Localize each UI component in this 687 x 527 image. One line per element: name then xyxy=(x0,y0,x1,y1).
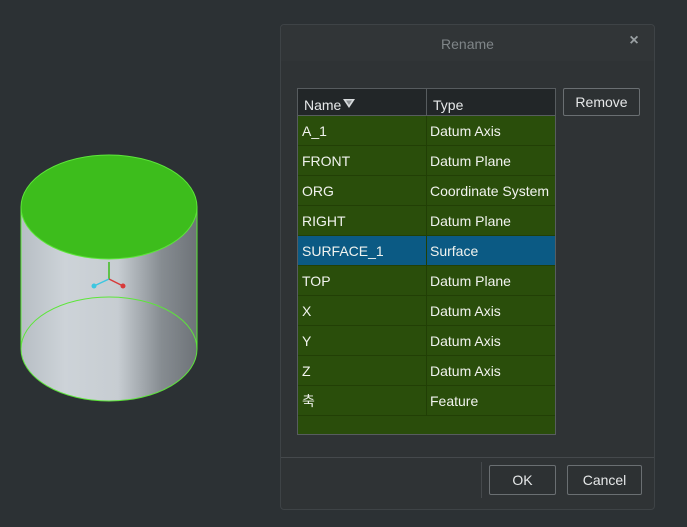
cylinder-model[interactable] xyxy=(0,0,280,527)
remove-button[interactable]: Remove xyxy=(563,88,640,116)
table-row[interactable]: ORG Coordinate System xyxy=(298,176,555,206)
column-header-name[interactable]: Name xyxy=(304,89,426,115)
table-rows: A_1 Datum Axis FRONT Datum Plane ORG Coordina… xyxy=(298,116,555,416)
row-type-cell: Datum Plane xyxy=(430,213,511,229)
cell-divider xyxy=(426,176,427,206)
row-type-cell: Datum Axis xyxy=(430,363,501,379)
table-row[interactable]: A_1 Datum Axis xyxy=(298,116,555,146)
button-divider xyxy=(481,462,482,498)
cell-divider xyxy=(426,356,427,386)
dialog-title: Rename xyxy=(441,36,494,52)
table-row[interactable]: X Datum Axis xyxy=(298,296,555,326)
row-type-cell: Datum Axis xyxy=(430,333,501,349)
table-row[interactable]: RIGHT Datum Plane xyxy=(298,206,555,236)
row-type-cell: Datum Plane xyxy=(430,273,511,289)
cancel-button[interactable]: Cancel xyxy=(567,465,642,495)
cell-divider xyxy=(426,236,427,266)
cell-divider xyxy=(426,326,427,356)
sort-filter-icon[interactable] xyxy=(343,99,356,109)
table-row[interactable]: SURFACE_1 Surface xyxy=(298,236,555,266)
row-name-cell[interactable]: 축 xyxy=(302,386,424,415)
table-row[interactable]: 축 Feature xyxy=(298,386,555,416)
header-divider[interactable] xyxy=(426,89,427,115)
table-row[interactable]: FRONT Datum Plane xyxy=(298,146,555,176)
row-type-cell: Datum Axis xyxy=(430,123,501,139)
names-table: Name Type A_1 Datum Axis FRONT Datum Plane O… xyxy=(297,88,556,435)
row-type-cell: Feature xyxy=(430,393,479,409)
row-type-cell: Surface xyxy=(430,243,479,259)
row-name-cell[interactable]: RIGHT xyxy=(302,206,424,235)
close-icon[interactable]: × xyxy=(626,33,642,49)
cylinder-top-face xyxy=(20,154,198,260)
3d-viewport[interactable]: Rename × Name Type A_1 Datum Axis FRONT Dat… xyxy=(0,0,687,527)
row-name-cell[interactable]: A_1 xyxy=(302,116,424,145)
cell-divider xyxy=(426,386,427,416)
table-row[interactable]: Y Datum Axis xyxy=(298,326,555,356)
row-name-cell[interactable]: Z xyxy=(302,356,424,385)
row-type-cell: Coordinate System xyxy=(430,183,550,199)
row-name-cell[interactable]: Y xyxy=(302,326,424,355)
row-type-cell: Datum Plane xyxy=(430,153,511,169)
table-row[interactable]: TOP Datum Plane xyxy=(298,266,555,296)
table-header: Name Type xyxy=(298,89,555,116)
column-header-name-label: Name xyxy=(304,97,342,113)
row-name-cell[interactable]: FRONT xyxy=(302,146,424,175)
ok-button[interactable]: OK xyxy=(489,465,556,495)
cell-divider xyxy=(426,146,427,176)
cell-divider xyxy=(426,296,427,326)
row-name-cell[interactable]: X xyxy=(302,296,424,325)
row-type-cell: Datum Axis xyxy=(430,303,501,319)
footer-divider xyxy=(281,457,654,458)
cell-divider xyxy=(426,116,427,146)
row-name-cell[interactable]: SURFACE_1 xyxy=(302,236,424,265)
column-header-type[interactable]: Type xyxy=(433,89,553,115)
cell-divider xyxy=(426,266,427,296)
table-row[interactable]: Z Datum Axis xyxy=(298,356,555,386)
rename-dialog: Rename × Name Type A_1 Datum Axis FRONT Dat… xyxy=(280,24,655,510)
dialog-title-bar[interactable]: Rename × xyxy=(281,25,654,61)
row-name-cell[interactable]: ORG xyxy=(302,176,424,205)
cell-divider xyxy=(426,206,427,236)
row-name-cell[interactable]: TOP xyxy=(302,266,424,295)
